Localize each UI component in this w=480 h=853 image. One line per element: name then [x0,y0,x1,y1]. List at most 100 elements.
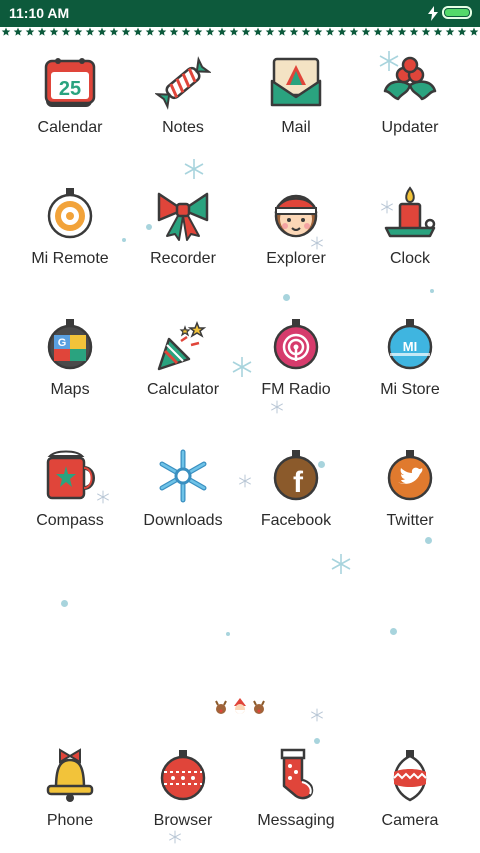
garland-star [157,27,167,36]
garland-star [61,27,71,36]
app-fm-radio[interactable]: FM Radio [236,317,356,422]
mi-logo: MI [403,339,417,354]
app-label: Explorer [266,250,326,267]
radio-ornament-icon [273,319,319,370]
garland-star [73,27,83,36]
garland-star [469,27,479,36]
charging-bolt-icon [428,6,438,21]
app-twitter[interactable]: Twitter [350,448,470,553]
app-explorer[interactable]: Explorer [236,186,356,291]
garland-star [421,27,431,36]
garland-star [397,27,407,36]
garland-star [313,27,323,36]
app-label: Calendar [37,119,103,136]
garland-star [409,27,419,36]
garland-star [217,27,227,36]
garland-star [289,27,299,36]
facebook-ornament-icon: f [273,450,319,501]
snowflake-decoration-icon [331,554,351,574]
status-time: 11:10 AM [9,5,70,21]
app-updater[interactable]: Updater [350,55,470,160]
snow-dot [61,600,68,607]
garland-star [433,27,443,36]
app-label: Mail [281,119,311,136]
garland-star [181,27,191,36]
app-facebook[interactable]: f Facebook [236,448,356,553]
app-calculator[interactable]: Calculator [123,317,243,422]
garland-star [109,27,119,36]
app-notes[interactable]: Notes [123,55,243,160]
garland-star [265,27,275,36]
app-label: Downloads [143,512,223,529]
dock-app-camera[interactable]: Camera [350,748,470,853]
snowflake-decoration-icon [311,708,323,722]
snow-dot [314,738,320,744]
candy-icon [155,56,211,110]
app-label: Browser [153,812,213,829]
garland-star [193,27,203,36]
red-ornament-icon [160,750,206,801]
mi-ornament-icon: MI [387,319,433,370]
app-label: Twitter [386,512,434,529]
garland-star [121,27,131,36]
twitter-ornament-icon [387,450,433,501]
dock-app-messaging[interactable]: Messaging [236,748,356,853]
garland-star [277,27,287,36]
dock-app-browser[interactable]: Browser [123,748,243,853]
garland-star [133,27,143,36]
party-popper-icon [157,320,207,371]
ornament-icon [47,188,93,239]
app-calendar[interactable]: 25 Calendar [10,55,130,160]
svg-text:G: G [58,337,67,349]
garland-star [325,27,335,36]
app-label: Phone [46,812,94,829]
status-bar: 11:10 AM [0,0,480,27]
app-mi-remote[interactable]: Mi Remote [10,186,130,291]
app-label: Mi Remote [31,250,109,267]
garland-star [445,27,455,36]
app-label: Mi Store [380,381,440,398]
app-label: Calculator [146,381,220,398]
app-maps[interactable]: G Maps [10,317,130,422]
garland-star [361,27,371,36]
garland-star [337,27,347,36]
garland-star [385,27,395,36]
snowflake-decoration-icon [184,159,204,179]
app-label: Messaging [257,812,335,829]
app-downloads[interactable]: Downloads [123,448,243,553]
snow-dot [283,294,290,301]
app-label: FM Radio [261,381,331,398]
dock-app-phone[interactable]: Phone [10,748,130,853]
calendar-date: 25 [59,78,81,100]
garland-star [25,27,35,36]
garland-star [457,27,467,36]
garland-star [13,27,23,36]
app-mi-store[interactable]: MI Mi Store [350,317,470,422]
bauble-icon [393,750,427,802]
app-recorder[interactable]: Recorder [123,186,243,291]
app-mail[interactable]: Mail [236,55,356,160]
app-clock[interactable]: Clock [350,186,470,291]
battery-full-icon [442,6,472,19]
snow-dot [226,632,230,636]
envelope-tree-icon [270,57,322,107]
garland-star [253,27,263,36]
garland-star [241,27,251,36]
garland-star [169,27,179,36]
garland-star [97,27,107,36]
app-label: Clock [389,250,430,267]
app-label: Updater [381,119,439,136]
elf-face-icon [274,194,318,238]
reindeer-santa-indicator-icon [215,698,265,714]
garland-star [37,27,47,36]
snowflake-icon [159,449,207,503]
garland-star [349,27,359,36]
garland-star [205,27,215,36]
app-compass[interactable]: Compass [10,448,130,553]
garland-star [49,27,59,36]
mug-icon [46,450,95,500]
candle-icon [384,186,436,238]
stocking-icon [280,748,314,800]
bow-icon [157,192,209,241]
facebook-logo: f [293,466,304,499]
